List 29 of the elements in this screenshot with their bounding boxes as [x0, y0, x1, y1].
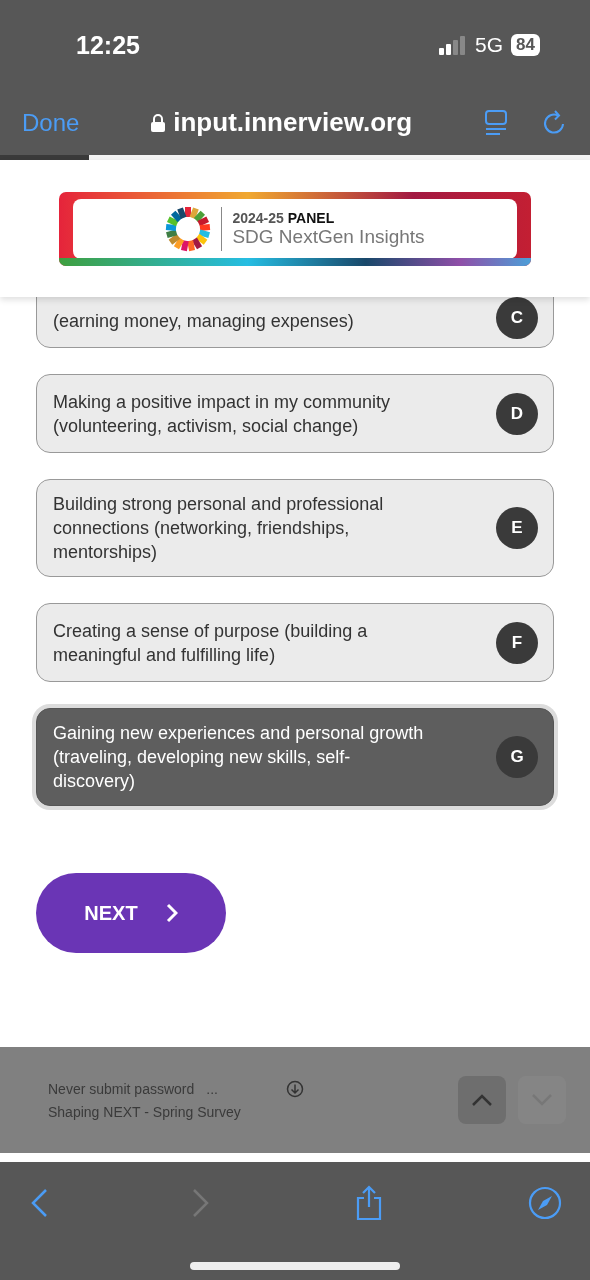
battery-level: 84 [511, 34, 540, 56]
option-letter: F [496, 621, 538, 664]
lock-icon [151, 113, 166, 132]
option-letter: D [496, 392, 538, 435]
network-label: 5G [475, 33, 504, 57]
status-time: 12:25 [76, 30, 141, 60]
answer-option[interactable]: Creating a sense of purpose (building a meaningful and fulfilling life) F [36, 603, 554, 682]
reader-icon[interactable] [484, 109, 508, 136]
chevron-right-icon [165, 903, 178, 923]
back-icon[interactable] [30, 1188, 48, 1218]
answer-option[interactable]: Making a positive impact in my community (volunteering, activism, social change) D [36, 374, 554, 453]
answer-option[interactable]: Building strong personal and professional connections (networking, friendships, mentorships) E [36, 479, 554, 577]
share-icon[interactable] [354, 1185, 384, 1221]
option-letter: E [496, 507, 538, 549]
option-letter: G [496, 736, 538, 778]
answer-option[interactable]: (earning money, managing expenses) C [36, 297, 554, 348]
previous-field-button[interactable] [458, 1076, 506, 1124]
signal-icon [439, 35, 468, 55]
sdg-wheel-icon [165, 205, 212, 252]
chevron-up-icon [471, 1093, 493, 1107]
banner-panel-label: PANEL [287, 209, 335, 226]
next-button[interactable]: NEXT [36, 873, 226, 953]
compass-icon[interactable] [528, 1186, 562, 1220]
banner-year: 2024-25 [232, 209, 284, 226]
ellipsis-text: ... [206, 1081, 218, 1097]
option-letter: C [496, 297, 538, 339]
url-text[interactable]: input.innerview.org [173, 107, 413, 138]
banner-subtitle: SDG NextGen Insights [232, 225, 425, 248]
download-icon[interactable] [285, 1080, 304, 1098]
